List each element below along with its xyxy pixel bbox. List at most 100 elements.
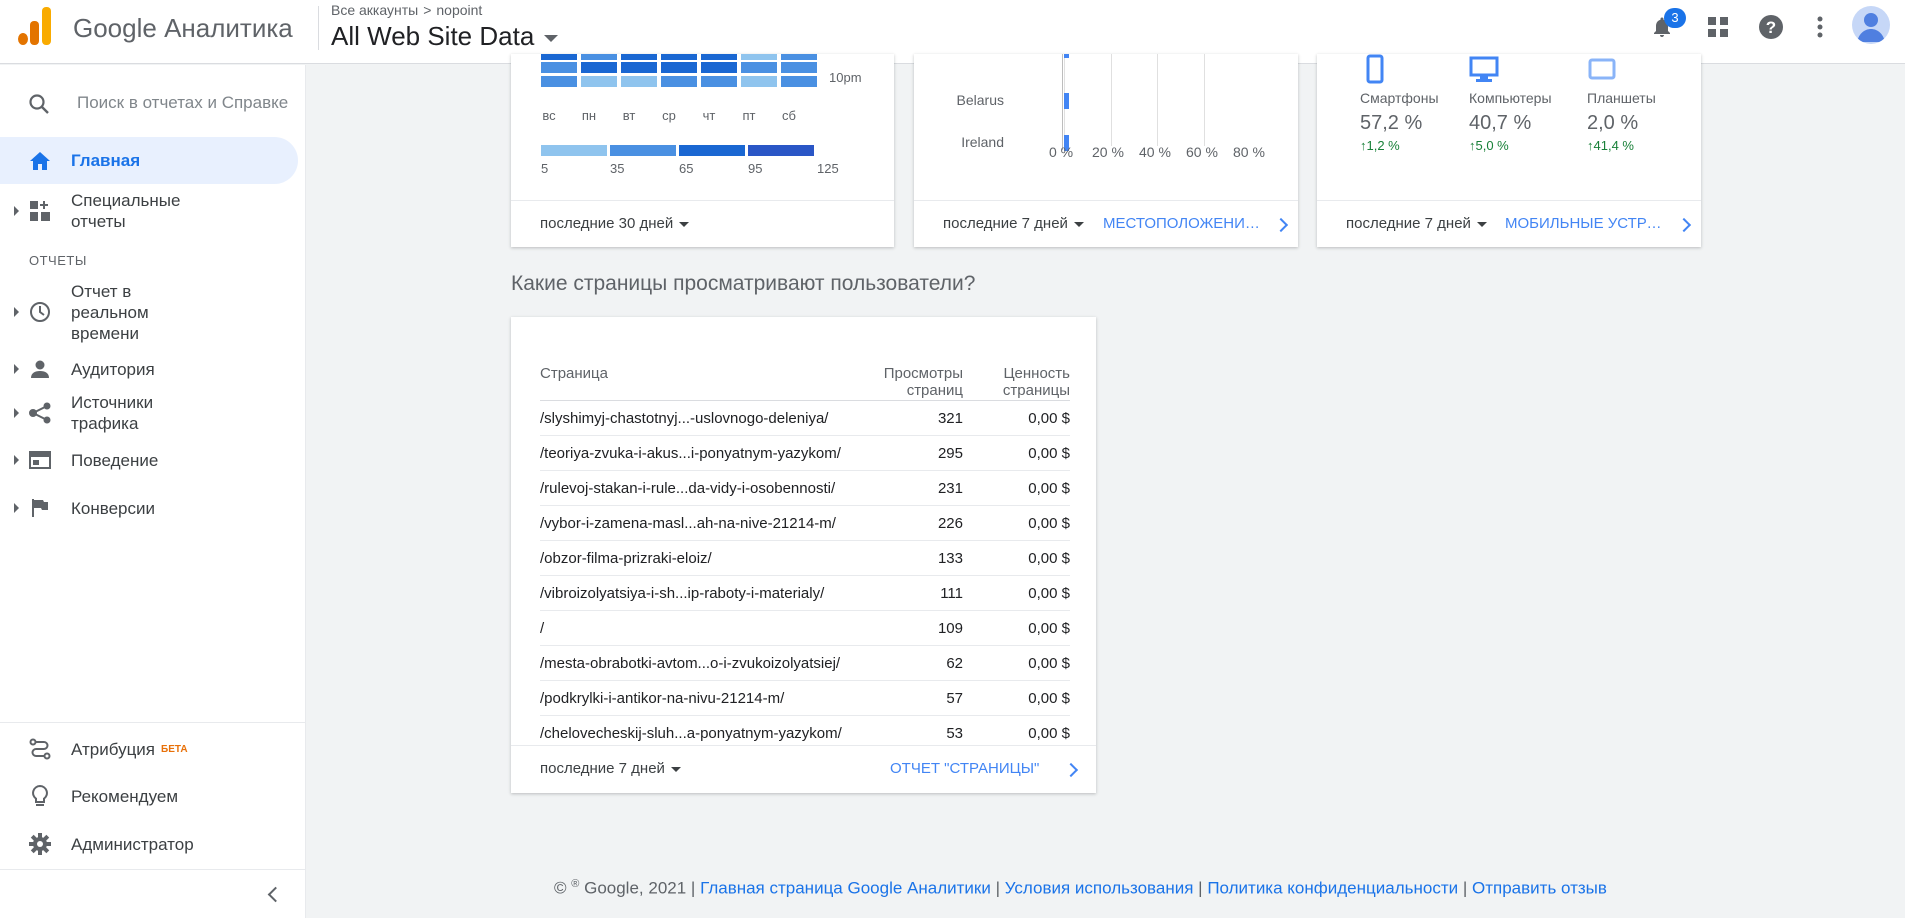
pages-report-link[interactable]: ОТЧЕТ "СТРАНИЦЫ" xyxy=(890,760,1039,777)
property-name: All Web Site Data xyxy=(331,21,535,51)
table-row[interactable]: / 109 0,00 $ xyxy=(540,611,1070,646)
sidebar-item-label: Специальные отчеты xyxy=(71,191,181,231)
sidebar-item-admin[interactable]: Администратор xyxy=(0,829,298,859)
expand-arrow-icon xyxy=(14,503,19,513)
smartphone-icon xyxy=(1360,54,1439,89)
page-path-cell[interactable]: /slyshimyj-chastotnyj...-uslovnogo-delen… xyxy=(540,410,828,427)
grid-line xyxy=(1157,54,1158,146)
heatmap-cell xyxy=(621,76,657,87)
footer-link-privacy[interactable]: Политика конфиденциальности xyxy=(1207,879,1458,898)
table-row[interactable]: /vibroizolyatsiya-i-sh...ip-raboty-i-mat… xyxy=(540,576,1070,611)
legend-bar xyxy=(679,145,745,156)
page-path-cell[interactable]: /rulevoj-stakan-i-rule...da-vidy-i-osobe… xyxy=(540,480,835,497)
device-share: 40,7 % xyxy=(1469,112,1532,134)
sidebar-item-custom-reports[interactable]: Специальные отчеты xyxy=(0,189,298,233)
breadcrumb-account[interactable]: nopoint xyxy=(436,2,482,18)
app-name: Google Аналитика xyxy=(73,13,293,43)
page-footer: © ® Google, 2021 | Главная страница Goog… xyxy=(554,878,1607,899)
heatmap-cell xyxy=(701,76,737,87)
table-row[interactable]: /rulevoj-stakan-i-rule...da-vidy-i-osobe… xyxy=(540,471,1070,506)
table-row[interactable]: /podkrylki-i-antikor-na-nivu-21214-m/57 0… xyxy=(540,681,1070,716)
more-vert-icon[interactable] xyxy=(1805,12,1835,42)
sidebar-item-conversions[interactable]: Конверсии xyxy=(0,493,298,523)
legend-label: 5 xyxy=(541,161,549,176)
page-path-cell[interactable]: /chelovecheskij-sluh...a-ponyatnym-yazyk… xyxy=(540,725,842,742)
mobile-report-link[interactable]: МОБИЛЬНЫЕ УСТРОЙСТВА xyxy=(1505,215,1667,232)
page-path-cell[interactable]: /podkrylki-i-antikor-na-nivu-21214-m/ xyxy=(540,690,784,707)
bar xyxy=(1064,54,1069,58)
sidebar-item-attribution[interactable]: Атрибуция БЕТА xyxy=(0,734,298,764)
breadcrumb[interactable]: Все аккаунты > nopoint xyxy=(331,2,487,18)
col-value-header[interactable]: Ценность страницы xyxy=(1003,365,1070,399)
chevron-right-icon[interactable] xyxy=(1273,217,1289,233)
sidebar-item-discover[interactable]: Рекомендуем xyxy=(0,781,298,811)
sidebar-divider xyxy=(0,722,306,723)
expand-arrow-icon xyxy=(14,408,19,418)
sidebar-item-label: Администратор xyxy=(71,834,194,854)
grid-line xyxy=(1204,54,1205,146)
table-row[interactable]: /mesta-obrabotki-avtom...o-i-zvukoizolya… xyxy=(540,646,1070,681)
sidebar-item-label: Аудитория xyxy=(71,359,155,379)
sidebar-item-audience[interactable]: Аудитория xyxy=(0,354,298,384)
country-label: Ireland xyxy=(961,134,1004,150)
tick-label: 80 % xyxy=(1233,144,1265,160)
pageviews-cell: 111 xyxy=(940,585,963,602)
pageviews-cell: 62 xyxy=(946,655,963,672)
section-title-reports: ОТЧЕТЫ xyxy=(29,253,87,268)
lightbulb-icon xyxy=(29,785,51,807)
analytics-logo-icon[interactable] xyxy=(18,7,52,45)
table-body: /slyshimyj-chastotnyj...-uslovnogo-delen… xyxy=(540,401,1070,751)
footer-link-feedback[interactable]: Отправить отзыв xyxy=(1472,879,1607,898)
col-views-header[interactable]: Просмотры страниц xyxy=(884,365,963,399)
page-path-cell[interactable]: /obzor-filma-prizraki-eloiz/ xyxy=(540,550,712,567)
device-change: ↑1,2 % xyxy=(1360,138,1400,153)
day-label: пн xyxy=(581,108,597,123)
chevron-right-icon[interactable] xyxy=(1063,762,1079,778)
table-row[interactable]: /slyshimyj-chastotnyj...-uslovnogo-delen… xyxy=(540,401,1070,436)
day-label: ср xyxy=(662,108,676,123)
table-row[interactable]: /obzor-filma-prizraki-eloiz/133 0,00 $ xyxy=(540,541,1070,576)
caret-down-icon xyxy=(679,221,690,227)
apps-icon[interactable] xyxy=(1703,12,1733,42)
date-range-selector[interactable]: последние 30 дней xyxy=(540,215,690,232)
sidebar-item-realtime[interactable]: Отчет в реальном времени xyxy=(0,280,298,344)
date-range-selector[interactable]: последние 7 дней xyxy=(943,215,1084,232)
page-path-cell[interactable]: / xyxy=(540,620,544,637)
dashboard-icon xyxy=(29,200,51,222)
property-selector[interactable]: All Web Site Data xyxy=(331,21,559,52)
day-label: чт xyxy=(702,108,716,123)
footer-link-terms[interactable]: Условия использования xyxy=(1005,879,1194,898)
page-path-cell[interactable]: /mesta-obrabotki-avtom...o-i-zvukoizolya… xyxy=(540,655,840,672)
table-row[interactable]: /vybor-i-zamena-masl...ah-na-nive-21214-… xyxy=(540,506,1070,541)
avatar[interactable] xyxy=(1852,6,1890,44)
date-range-selector[interactable]: последние 7 дней xyxy=(1346,215,1487,232)
help-icon[interactable]: ? xyxy=(1756,12,1786,42)
date-range-selector[interactable]: последние 7 дней xyxy=(540,760,681,777)
page-path-cell[interactable]: /vibroizolyatsiya-i-sh...ip-raboty-i-mat… xyxy=(540,585,824,602)
chevron-right-icon[interactable] xyxy=(1676,217,1692,233)
legend-label: 65 xyxy=(679,161,694,176)
caret-down-icon xyxy=(1476,221,1487,227)
search-input[interactable] xyxy=(77,88,297,118)
sidebar-item-behavior[interactable]: Поведение xyxy=(0,445,298,475)
page-path-cell[interactable]: /vybor-i-zamena-masl...ah-na-nive-21214-… xyxy=(540,515,836,532)
sidebar-search[interactable] xyxy=(25,88,297,118)
breadcrumb-accounts[interactable]: Все аккаунты xyxy=(331,2,418,18)
heatmap-cell xyxy=(701,54,737,60)
desktop-icon xyxy=(1469,54,1552,89)
col-page-header[interactable]: Страница xyxy=(540,365,608,382)
footer-link-home[interactable]: Главная страница Google Аналитики xyxy=(700,879,991,898)
page-value-cell: 0,00 $ xyxy=(1028,445,1070,462)
device-change: ↑41,4 % xyxy=(1587,138,1634,153)
heatmap-cell xyxy=(661,76,697,87)
sidebar-item-acquisition[interactable]: Источники трафика xyxy=(0,391,298,435)
device-change: ↑5,0 % xyxy=(1469,138,1509,153)
heatmap-cell xyxy=(741,76,777,87)
location-report-link[interactable]: МЕСТОПОЛОЖЕНИЕ ПОЛЬЗОВАТЕЛЕЙ xyxy=(1103,215,1263,232)
table-row[interactable]: /teoriya-zvuka-i-akus...i-ponyatnym-yazy… xyxy=(540,436,1070,471)
page-path-cell[interactable]: /teoriya-zvuka-i-akus...i-ponyatnym-yazy… xyxy=(540,445,841,462)
sidebar-item-home[interactable]: Главная xyxy=(0,137,298,184)
sidebar-item-label: Конверсии xyxy=(71,498,155,518)
clock-icon xyxy=(29,301,51,323)
legend-label: 95 xyxy=(748,161,763,176)
